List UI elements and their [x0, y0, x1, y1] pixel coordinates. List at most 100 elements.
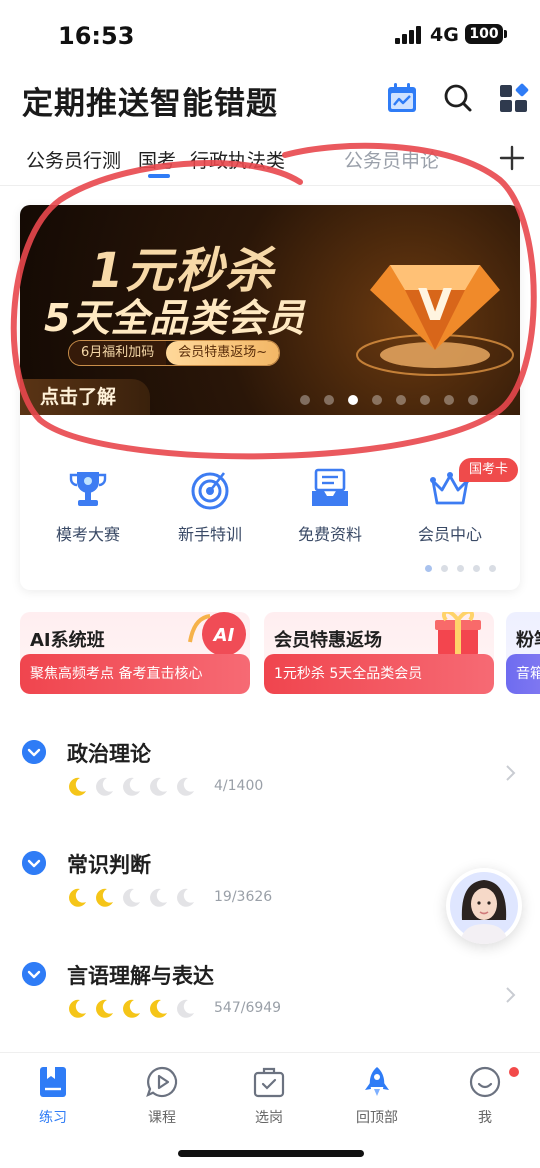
quick-entry-free-materials[interactable]: 免费资料 — [270, 467, 390, 545]
nav-label: 回顶部 — [356, 1110, 398, 1126]
page-title: 定期推送智能错题 — [22, 86, 278, 122]
search-icon[interactable] — [442, 82, 474, 114]
exam-tabs: 公务员行测 国考 行政执法类 公务员申论 — [0, 140, 540, 186]
nav-label: 课程 — [148, 1110, 176, 1126]
quick-page-dot — [457, 565, 464, 572]
moon-filled-icon — [121, 998, 142, 1019]
promo-banner[interactable]: V 1元秒杀 5天全品类会员 6月福利加码 会员特惠返场~ 点击了解 — [20, 205, 520, 415]
nav-job-selection[interactable]: 选岗 — [229, 1065, 309, 1127]
subject-rating — [67, 776, 196, 797]
banner-logo-letter: V — [418, 280, 452, 331]
assistant-avatar-image — [450, 872, 518, 944]
quick-entry-newbie-training[interactable]: 新手特训 — [150, 467, 270, 545]
promo-title: AI系统班 — [30, 630, 105, 651]
promo-ai-course[interactable]: AI系统班 AI 聚焦高频考点 备考直击核心 — [20, 612, 250, 694]
promo-title: 粉笔 — [516, 630, 540, 651]
tab-civil-servant-test[interactable]: 公务员行测 — [26, 146, 121, 173]
moon-filled-icon — [94, 887, 115, 908]
tab-national-exam[interactable]: 国考 — [138, 146, 176, 173]
moon-filled-icon — [148, 998, 169, 1019]
subject-progress: 4/1400 — [214, 778, 264, 794]
tab-essay[interactable]: 公务员申论 — [344, 146, 439, 173]
nav-label: 选岗 — [255, 1110, 283, 1126]
banner-dot[interactable] — [300, 395, 310, 405]
diamond-v-icon: V — [356, 265, 514, 376]
promo-subtitle: 聚焦高频考点 备考直击核心 — [20, 654, 250, 694]
ai-badge-text: AI — [212, 625, 235, 646]
promo-title: 会员特惠返场 — [274, 630, 382, 651]
rocket-icon — [365, 1067, 389, 1096]
quick-entry-mock-exam[interactable]: 模考大赛 — [28, 467, 148, 545]
bookmark-book-icon — [40, 1067, 66, 1097]
quick-entries-pagination — [425, 565, 496, 572]
banner-dot[interactable] — [396, 395, 406, 405]
banner-dot[interactable] — [348, 395, 358, 405]
moon-filled-icon — [67, 887, 88, 908]
moon-filled-icon — [67, 776, 88, 797]
battery-icon: 100 — [465, 24, 507, 44]
nav-practice[interactable]: 练习 — [13, 1065, 93, 1127]
banner-dot[interactable] — [468, 395, 478, 405]
moon-empty-icon — [121, 887, 142, 908]
nav-courses[interactable]: 课程 — [122, 1065, 202, 1127]
promo-subtitle: 音箱 — [506, 654, 540, 694]
add-tab-icon[interactable] — [498, 144, 526, 172]
quick-entries: 模考大赛 新手特训 免费资料 会员中心 — [20, 455, 520, 545]
banner-pill-left: 6月福利加码 — [69, 341, 167, 365]
tab-active-indicator — [148, 174, 170, 178]
moon-empty-icon — [148, 887, 169, 908]
banner-dot[interactable] — [444, 395, 454, 405]
national-exam-card-badge: 国考卡 — [458, 458, 518, 482]
expand-chevron-icon[interactable] — [22, 851, 46, 875]
nav-back-to-top[interactable]: 回顶部 — [337, 1065, 417, 1127]
subject-rating — [67, 887, 196, 908]
gift-box-icon — [435, 612, 481, 656]
status-time: 16:53 — [58, 22, 135, 50]
banner-subheadline: 5天全品类会员 — [44, 296, 306, 340]
subject-rating — [67, 998, 196, 1019]
chevron-right-icon[interactable] — [503, 764, 517, 782]
promo-third[interactable]: 粉笔 音箱 — [506, 612, 540, 694]
banner-pill-right: 会员特惠返场~ — [166, 341, 280, 365]
network-type: 4G — [430, 24, 459, 46]
quick-entry-label: 模考大赛 — [55, 525, 120, 544]
chevron-right-icon[interactable] — [503, 986, 517, 1004]
subject-progress: 19/3626 — [214, 889, 273, 905]
moon-empty-icon — [175, 887, 196, 908]
grid-apps-icon[interactable] — [498, 82, 530, 114]
promo-member-sale[interactable]: 会员特惠返场 1元秒杀 5天全品类会员 — [264, 612, 494, 694]
nav-label: 我 — [478, 1110, 492, 1126]
target-icon — [191, 472, 229, 510]
moon-filled-icon — [94, 998, 115, 1019]
banner-dot[interactable] — [372, 395, 382, 405]
promo-subtitle: 1元秒杀 5天全品类会员 — [264, 654, 494, 694]
expand-chevron-icon[interactable] — [22, 962, 46, 986]
moon-empty-icon — [175, 998, 196, 1019]
banner-dot[interactable] — [420, 395, 430, 405]
subject-row[interactable]: 政治理论 4/1400 — [0, 738, 540, 818]
moon-filled-icon — [67, 998, 88, 1019]
banner-cta-button[interactable]: 点击了解 — [20, 379, 150, 415]
smile-face-icon — [469, 1066, 501, 1098]
briefcase-check-icon — [253, 1067, 285, 1098]
moon-empty-icon — [175, 776, 196, 797]
banner-dot[interactable] — [324, 395, 334, 405]
tab-law-enforcement[interactable]: 行政执法类 — [190, 146, 285, 173]
subject-name: 言语理解与表达 — [67, 964, 214, 988]
subject-progress: 547/6949 — [214, 1000, 282, 1016]
document-tray-icon — [312, 468, 348, 506]
quick-entry-label: 会员中心 — [417, 525, 482, 544]
nav-label: 练习 — [39, 1110, 67, 1126]
expand-chevron-icon[interactable] — [22, 740, 46, 764]
moon-empty-icon — [121, 776, 142, 797]
moon-empty-icon — [94, 776, 115, 797]
calendar-chart-icon[interactable] — [386, 82, 418, 114]
subject-row[interactable]: 言语理解与表达 547/6949 — [0, 960, 540, 1040]
signal-icon — [395, 26, 423, 44]
quick-page-dot — [441, 565, 448, 572]
banner-card: V 1元秒杀 5天全品类会员 6月福利加码 会员特惠返场~ 点击了解 模考大赛 — [20, 205, 520, 590]
subject-name: 政治理论 — [67, 742, 151, 766]
assistant-avatar[interactable] — [446, 868, 522, 944]
quick-page-dot — [489, 565, 496, 572]
trophy-icon — [69, 472, 107, 506]
